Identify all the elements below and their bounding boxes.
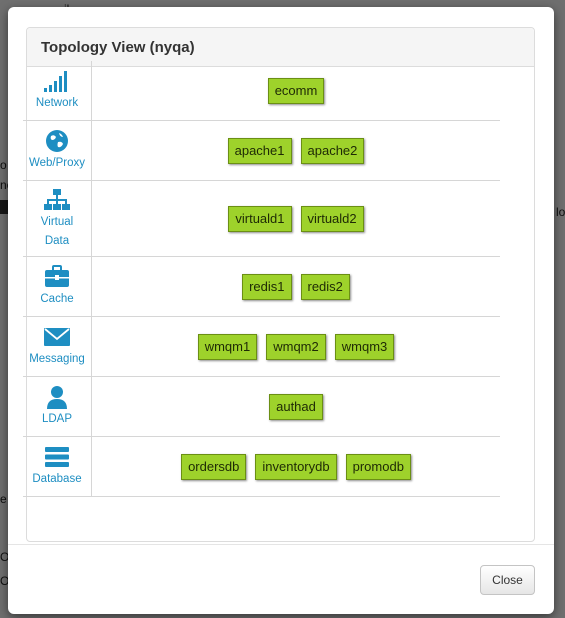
- list-icon: [43, 444, 71, 470]
- tier-nodes: ecomm: [92, 61, 500, 120]
- topology-row-ldap: LDAP authad: [23, 377, 500, 437]
- node-ecomm[interactable]: ecomm: [267, 77, 325, 104]
- tier-label-network: Network: [23, 61, 92, 120]
- tier-label-text-line-1: Virtual: [40, 215, 74, 228]
- topology-row-web-proxy: Web/Proxy apache1 apache2: [23, 121, 500, 181]
- tier-label-database: Database: [23, 437, 92, 496]
- tier-label-text: Database: [32, 473, 82, 485]
- node-authad[interactable]: authad: [269, 393, 323, 420]
- tier-label-cache: Cache: [23, 257, 92, 316]
- node-apache2[interactable]: apache2: [300, 137, 365, 164]
- node-virtuald1[interactable]: virtuald1: [228, 205, 292, 232]
- tier-label-text: Web/Proxy: [28, 157, 86, 169]
- briefcase-icon: [43, 264, 71, 290]
- tier-nodes: wmqm1 wmqm2 wmqm3: [92, 317, 500, 376]
- tier-nodes: ordersdb inventorydb promodb: [92, 437, 500, 496]
- topology-row-messaging: Messaging wmqm1 wmqm2 wmqm3: [23, 317, 500, 377]
- close-button[interactable]: Close: [480, 565, 535, 595]
- tier-label-ldap: LDAP: [23, 377, 92, 436]
- tier-nodes: virtuald1 virtuald2: [92, 181, 500, 256]
- node-wmqm3[interactable]: wmqm3: [334, 333, 395, 360]
- node-promodb[interactable]: promodb: [345, 453, 411, 480]
- node-inventorydb[interactable]: inventorydb: [255, 453, 337, 480]
- topology-modal: Topology View (nyqa) Network ecomm Web/P…: [8, 7, 554, 614]
- tier-nodes: redis1 redis2: [92, 257, 500, 316]
- modal-footer: Close: [8, 544, 554, 615]
- hierarchy-icon: [43, 187, 71, 213]
- node-redis1[interactable]: redis1: [242, 273, 292, 300]
- node-ordersdb[interactable]: ordersdb: [181, 453, 247, 480]
- user-icon: [43, 384, 71, 410]
- tier-nodes: authad: [92, 377, 500, 436]
- topology-row-cache: Cache redis1 redis2: [23, 257, 500, 317]
- envelope-icon: [43, 324, 71, 350]
- topology-row-virtual-data: Virtual Data virtuald1 virtuald2: [23, 181, 500, 257]
- tier-label-text-line-2: Data: [44, 234, 70, 247]
- topology-table: Network ecomm Web/Proxy apache1 apache2: [23, 61, 500, 497]
- topology-row-database: Database ordersdb inventorydb promodb: [23, 437, 500, 497]
- tier-label-text: Cache: [40, 293, 74, 305]
- node-virtuald2[interactable]: virtuald2: [300, 205, 364, 232]
- tier-label-virtual-data: Virtual Data: [23, 181, 92, 256]
- tier-label-text: Network: [35, 97, 79, 109]
- tier-label-web-proxy: Web/Proxy: [23, 121, 92, 180]
- globe-icon: [43, 128, 71, 154]
- node-wmqm2[interactable]: wmqm2: [266, 333, 326, 360]
- node-wmqm1[interactable]: wmqm1: [197, 333, 258, 360]
- node-redis2[interactable]: redis2: [300, 273, 350, 300]
- tier-label-text: Messaging: [29, 353, 85, 365]
- signal-bars-icon: [43, 68, 71, 94]
- tier-label-messaging: Messaging: [23, 317, 92, 376]
- tier-label-text: LDAP: [41, 413, 73, 425]
- topology-row-network: Network ecomm: [23, 61, 500, 121]
- node-apache1[interactable]: apache1: [227, 137, 292, 164]
- tier-nodes: apache1 apache2: [92, 121, 500, 180]
